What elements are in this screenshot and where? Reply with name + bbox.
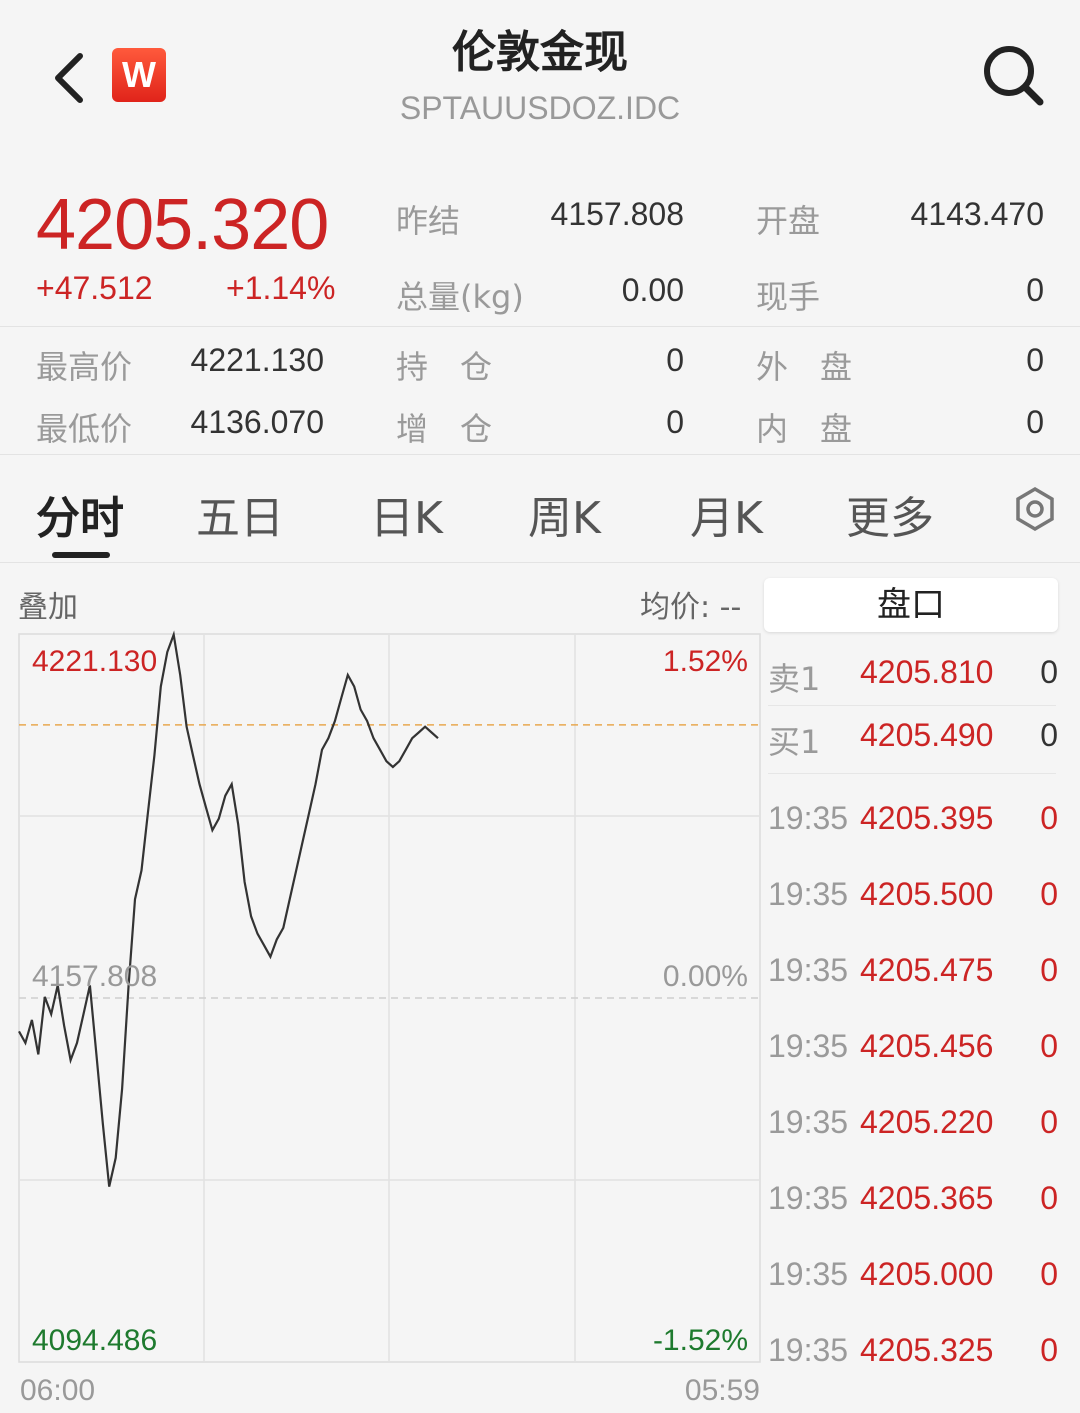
bid-label: 买1: [768, 723, 821, 761]
intraday-chart[interactable]: 4221.130 1.52% 4157.808 0.00% 4094.486 -…: [0, 564, 762, 1413]
tab-intraday[interactable]: 分时: [36, 482, 124, 546]
tick-time: 19:35: [768, 1028, 849, 1064]
tick-price: 4205.000: [860, 1256, 994, 1292]
page-title: 伦敦金现: [452, 27, 628, 78]
ask-level-1: 卖1 4205.810 0: [768, 644, 1058, 704]
stat-value-inner: 0: [1026, 404, 1044, 440]
order-book-separator: [768, 705, 1056, 706]
price-change-pct: +1.14%: [226, 270, 336, 306]
period-tabs: 分时 五日 日K 周K 月K 更多: [0, 460, 1080, 560]
stat-label-last-lot: 现手: [756, 278, 821, 316]
tick-price: 4205.456: [860, 1028, 994, 1064]
stat-label-low: 最低价: [36, 410, 133, 448]
tick-row: 19:35 4205.325 0: [768, 1322, 1058, 1382]
stat-value-open-interest: 0: [666, 342, 684, 378]
stat-value-prev-settle: 4157.808: [550, 196, 684, 232]
tick-qty: 0: [1040, 1332, 1058, 1368]
tick-time: 19:35: [768, 800, 849, 836]
tick-qty: 0: [1040, 1180, 1058, 1216]
tick-price: 4205.325: [860, 1332, 994, 1368]
tick-row: 19:35 4205.500 0: [768, 866, 1058, 926]
ask-label: 卖1: [768, 660, 821, 698]
stat-label-prev-settle: 昨结: [396, 202, 461, 240]
tabs-divider: [0, 562, 1080, 563]
stat-label-volume: 总量(kg): [396, 278, 524, 316]
tick-time: 19:35: [768, 1180, 849, 1216]
active-tab-indicator: [52, 552, 110, 558]
tab-more[interactable]: 更多: [846, 482, 934, 546]
last-price: 4205.320: [36, 185, 329, 265]
search-button[interactable]: [980, 42, 1046, 108]
tick-row: 19:35 4205.456 0: [768, 1018, 1058, 1078]
tick-price: 4205.365: [860, 1180, 994, 1216]
search-icon: [984, 46, 1044, 106]
y-label-pct-low: -1.52%: [653, 1324, 748, 1357]
app-header: W 伦敦金现 SPTAUUSDOZ.IDC: [0, 0, 1080, 160]
stat-value-outer: 0: [1026, 342, 1044, 378]
tick-price: 4205.500: [860, 876, 994, 912]
tick-price: 4205.475: [860, 952, 994, 988]
price-change: +47.512: [36, 270, 153, 306]
stat-value-last-lot: 0: [1026, 272, 1044, 308]
stat-value-volume: 0.00: [621, 272, 684, 308]
y-label-pct-high: 1.52%: [663, 645, 748, 678]
y-label-ref: 4157.808: [32, 960, 157, 993]
tick-time: 19:35: [768, 1256, 849, 1292]
price-series-line: [18, 630, 439, 1187]
quote-bottom-divider: [0, 454, 1080, 455]
tick-row: 19:35 4205.475 0: [768, 942, 1058, 1002]
order-book-separator: [768, 773, 1056, 774]
stat-label-outer: 外 盘: [756, 348, 853, 386]
tick-row: 19:35 4205.365 0: [768, 1170, 1058, 1230]
y-label-pct-ref: 0.00%: [663, 960, 748, 993]
tick-time: 19:35: [768, 1104, 849, 1140]
stat-label-oi-change: 增 仓: [396, 410, 493, 448]
tab-daily-k[interactable]: 日K: [370, 482, 443, 546]
quote-divider: [0, 326, 1080, 327]
chart-settings-button[interactable]: [1012, 486, 1058, 532]
tick-row: 19:35 4205.220 0: [768, 1094, 1058, 1154]
order-book-tab[interactable]: 盘口: [764, 578, 1058, 632]
tab-five-day[interactable]: 五日: [196, 482, 284, 546]
ask-qty: 0: [1040, 654, 1058, 690]
tick-price: 4205.395: [860, 800, 994, 836]
chart-grid: [18, 633, 761, 1363]
stat-value-open: 4143.470: [910, 196, 1044, 232]
bid-level-1: 买1 4205.490 0: [768, 707, 1058, 767]
settings-hexagon-icon: [1016, 486, 1054, 532]
stat-value-low: 4136.070: [190, 404, 324, 440]
tab-weekly-k[interactable]: 周K: [528, 482, 601, 546]
tick-time: 19:35: [768, 1332, 849, 1368]
ask-price: 4205.810: [860, 654, 994, 690]
stat-label-inner: 内 盘: [756, 410, 853, 448]
x-label-start: 06:00: [20, 1374, 95, 1407]
x-label-end: 05:59: [685, 1374, 760, 1407]
tick-qty: 0: [1040, 1256, 1058, 1292]
instrument-code: SPTAUUSDOZ.IDC: [399, 90, 681, 126]
y-label-high: 4221.130: [32, 645, 157, 678]
intraday-chart-area: 叠加 均价: -- 4221.130 1.52% 4157.808 0.00% …: [0, 564, 1080, 1413]
stat-label-high: 最高价: [36, 348, 133, 386]
tick-row: 19:35 4205.395 0: [768, 790, 1058, 850]
tick-time: 19:35: [768, 952, 849, 988]
tick-qty: 0: [1040, 952, 1058, 988]
stat-value-oi-change: 0: [666, 404, 684, 440]
tick-time: 19:35: [768, 876, 849, 912]
y-label-low: 4094.486: [32, 1324, 157, 1357]
tab-monthly-k[interactable]: 月K: [690, 482, 763, 546]
stat-label-open: 开盘: [756, 202, 821, 240]
bid-qty: 0: [1040, 717, 1058, 753]
tick-row: 19:35 4205.000 0: [768, 1246, 1058, 1306]
tick-qty: 0: [1040, 1028, 1058, 1064]
tick-price: 4205.220: [860, 1104, 994, 1140]
bid-price: 4205.490: [860, 717, 994, 753]
stat-value-high: 4221.130: [190, 342, 324, 378]
stat-label-open-interest: 持 仓: [396, 348, 493, 386]
tick-qty: 0: [1040, 1104, 1058, 1140]
tick-qty: 0: [1040, 800, 1058, 836]
tick-qty: 0: [1040, 876, 1058, 912]
